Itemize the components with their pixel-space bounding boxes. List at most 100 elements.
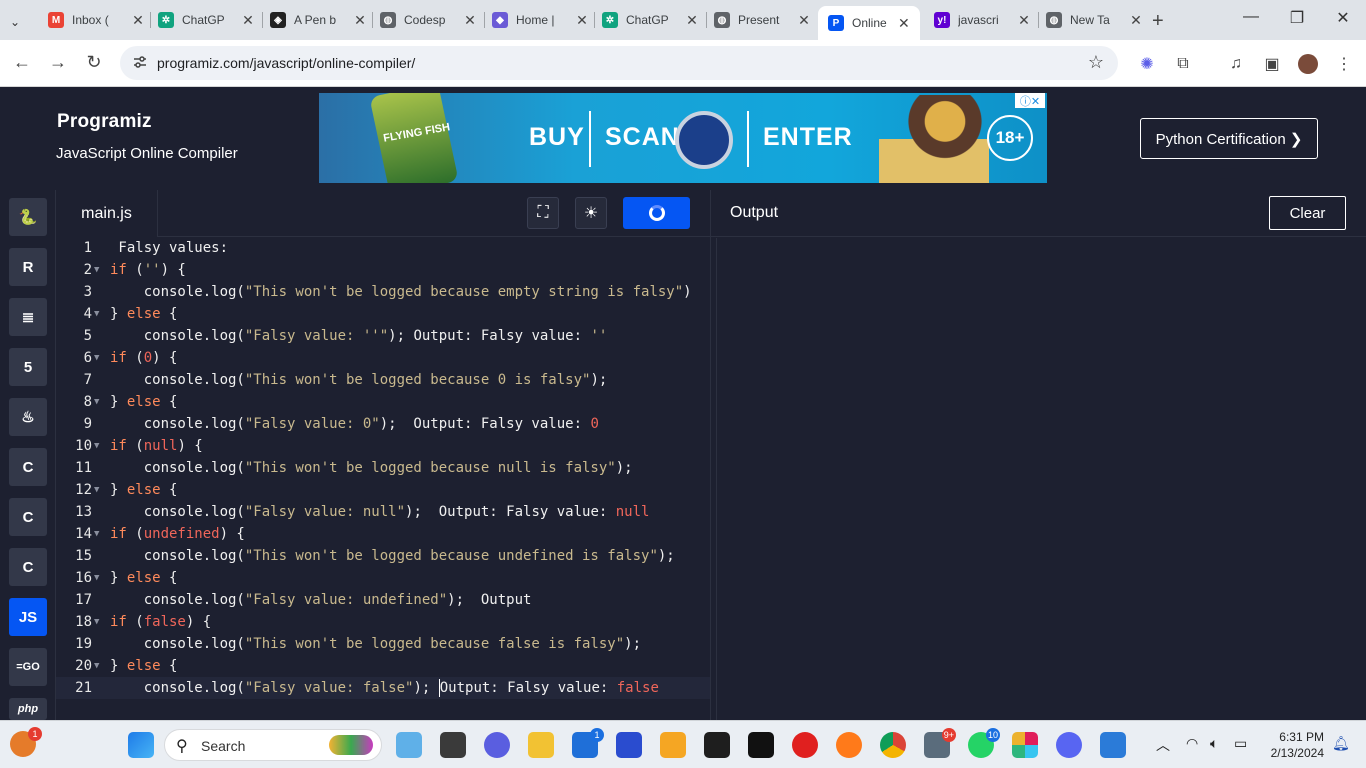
code-line[interactable]: 16 ▼} else { [56,567,710,589]
browser-tab[interactable]: ◍ New Ta ✕ [1046,8,1144,32]
url-text[interactable]: programiz.com/javascript/online-compiler… [157,55,415,71]
close-window-button[interactable]: ✕ [1320,8,1366,28]
code-line[interactable]: 12 ▼} else { [56,479,710,501]
taskbar-search[interactable]: ⚲ Search [164,729,382,761]
browser-tab[interactable]: ◍ Codesp ✕ [380,8,478,32]
browser-tab[interactable]: ◈ A Pen b ✕ [270,8,368,32]
volume-icon[interactable]: 🔈︎ [1210,735,1218,752]
site-info-icon[interactable] [132,54,148,70]
output-console[interactable] [716,238,717,720]
extension-gear-icon[interactable]: ✺ [1137,54,1157,74]
code-line[interactable]: 21 console.log("Falsy value: false"); Ou… [56,677,710,699]
code-line[interactable]: 14 ▼ if (undefined) { [56,523,710,545]
opera-icon[interactable] [792,732,818,758]
notification-bell-icon[interactable]: 🔔︎ [1332,735,1350,752]
tab-search-button[interactable]: ⌄ [10,10,20,34]
browser-tab[interactable]: ◆ Home | ✕ [492,8,590,32]
code-line[interactable]: 4 ▼} else { [56,303,710,325]
browser-tab[interactable]: ✲ ChatGP ✕ [158,8,256,32]
discord-icon[interactable] [1056,732,1082,758]
task-view-icon[interactable] [440,732,466,758]
c-icon[interactable]: C [9,448,47,486]
code-line[interactable]: 6 ▼ if (0) { [56,347,710,369]
html-icon[interactable]: 5 [9,348,47,386]
r-icon[interactable]: R [9,248,47,286]
fold-arrow-icon[interactable]: ▼ [94,611,99,633]
code-line[interactable]: 8 ▼} else { [56,391,710,413]
close-tab-icon[interactable]: ✕ [684,12,700,29]
minimize-button[interactable]: — [1228,8,1274,26]
go-icon[interactable]: =GO [9,648,47,686]
close-tab-icon[interactable]: ✕ [898,15,910,32]
python-icon[interactable]: 🐍 [9,198,47,236]
ad-choices-close-icon[interactable]: ⓘ✕ [1015,93,1045,108]
reload-icon[interactable]: ↻ [82,52,106,73]
js-icon[interactable]: JS [9,598,47,636]
windows-start-icon[interactable] [128,732,154,758]
microsoft-store-icon[interactable]: 1 [572,728,604,758]
code-line[interactable]: 9 console.log("Falsy value: 0"); Output:… [56,413,710,435]
browser-tab[interactable]: y! javascri ✕ [934,8,1032,32]
code-line[interactable]: 18 ▼ if (false) { [56,611,710,633]
close-tab-icon[interactable]: ✕ [796,12,812,29]
code-line[interactable]: 20 ▼} else { [56,655,710,677]
profile-avatar[interactable] [1298,54,1318,74]
python-certification-button[interactable]: Python Certification ❯ [1140,118,1318,159]
browser-tab[interactable]: ✲ ChatGP ✕ [602,8,700,32]
bookmark-star-icon[interactable]: ☆ [1088,52,1104,73]
close-tab-icon[interactable]: ✕ [574,12,590,29]
code-line[interactable]: 15 console.log("This won't be logged bec… [56,545,710,567]
fold-arrow-icon[interactable]: ▼ [94,347,99,369]
forward-arrow-icon[interactable]: → [46,52,70,73]
close-tab-icon[interactable]: ✕ [1128,12,1144,29]
fold-arrow-icon[interactable]: ▼ [94,655,99,677]
close-tab-icon[interactable]: ✕ [130,12,146,29]
code-line[interactable]: 10 ▼ if (null) { [56,435,710,457]
csharp-icon[interactable]: C [9,548,47,586]
code-line[interactable]: 2 ▼ if ('') { [56,259,710,281]
code-line[interactable]: 19 console.log("This won't be logged bec… [56,633,710,655]
browser-tab[interactable]: M Inbox (✕ [48,8,146,32]
side-panel-icon[interactable]: ▣ [1262,54,1282,74]
code-line[interactable]: 5 console.log("Falsy value: ''"); Output… [56,325,710,347]
system-clock[interactable]: 6:31 PM 2/13/2024 [1262,729,1324,761]
run-button[interactable] [623,197,690,229]
media-control-icon[interactable]: ♫ [1226,54,1246,74]
notepad-icon[interactable] [1100,732,1126,758]
close-tab-icon[interactable]: ✕ [462,12,478,29]
chrome-menu-icon[interactable]: ⋮ [1334,54,1354,74]
file-explorer-icon[interactable] [528,732,554,758]
code-editor[interactable]: 1 Falsy values: 2 ▼ if ('') {3 console.log(… [56,237,710,720]
clear-button[interactable]: Clear [1269,196,1346,230]
java-icon[interactable]: ♨ [9,398,47,436]
figma-icon[interactable] [704,732,730,758]
firefox-icon[interactable] [836,732,862,758]
close-tab-icon[interactable]: ✕ [240,12,256,29]
browser-tab[interactable]: ◍ Present ✕ [714,8,812,32]
close-tab-icon[interactable]: ✕ [352,12,368,29]
code-line[interactable]: 11 console.log("This won't be logged bec… [56,457,710,479]
bitcoin-icon[interactable] [660,732,686,758]
code-line[interactable]: 13 console.log("Falsy value: null"); Out… [56,501,710,523]
wifi-icon[interactable]: ◠ [1186,735,1198,752]
address-bar[interactable]: programiz.com/javascript/online-compiler… [120,46,1118,80]
close-tab-icon[interactable]: ✕ [1016,12,1032,29]
maximize-button[interactable]: ❐ [1274,8,1320,28]
tray-chevron-icon[interactable]: ︿ [1156,735,1170,755]
fold-arrow-icon[interactable]: ▼ [94,391,99,413]
php-icon[interactable]: php [9,698,47,720]
fold-arrow-icon[interactable]: ▼ [94,479,99,501]
github-icon[interactable] [748,732,774,758]
back-arrow-icon[interactable]: ← [10,52,34,73]
copilot-icon[interactable] [396,732,422,758]
fold-arrow-icon[interactable]: ▼ [94,259,99,281]
vpn-icon[interactable] [616,732,642,758]
sql-icon[interactable]: ≣ [9,298,47,336]
slack-icon[interactable] [1012,732,1038,758]
advertisement-banner[interactable]: FLYING FISH BUY SCAN ENTER 18+ ⓘ✕ [319,93,1047,183]
fold-arrow-icon[interactable]: ▼ [94,523,99,545]
code-line[interactable]: 3 console.log("This won't be logged beca… [56,281,710,303]
theme-toggle-sun-icon[interactable]: ☀ [575,197,607,229]
fullscreen-icon[interactable]: ⛶ [527,197,559,229]
battery-icon[interactable]: ▭ [1234,735,1247,752]
